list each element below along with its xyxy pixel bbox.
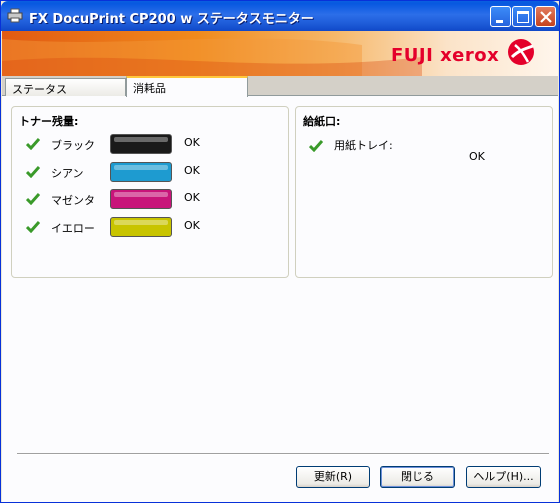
toner-row-black: ブラック OK — [26, 134, 276, 156]
toner-row-yellow: イエロー OK — [26, 217, 276, 239]
paper-feed-group: 給紙口: 用紙トレイ: OK — [295, 106, 553, 278]
toner-label: ブラック — [51, 139, 95, 152]
printer-icon — [7, 8, 23, 23]
toner-status: OK — [184, 136, 200, 149]
toner-row-magenta: マゼンタ OK — [26, 189, 276, 211]
maximize-button[interactable] — [512, 6, 533, 27]
close-icon — [540, 11, 552, 23]
close-button[interactable]: 閉じる — [380, 466, 455, 488]
minimize-button[interactable] — [490, 6, 511, 27]
green-check-icon — [26, 138, 40, 150]
green-check-icon — [26, 221, 40, 233]
refresh-button[interactable]: 更新(R) — [296, 466, 370, 488]
feed-group-title: 給紙口: — [303, 115, 341, 128]
supplies-panel: トナー残量: ブラック OK シアン OK マゼンタ OK イエロー OK 給紙… — [2, 96, 558, 502]
magenta-toner-cartridge — [110, 189, 172, 209]
green-check-icon — [26, 166, 40, 178]
tab-status[interactable]: ステータス — [5, 78, 126, 96]
separator — [17, 453, 549, 455]
toner-status: OK — [184, 191, 200, 204]
help-button[interactable]: ヘルプ(H)... — [466, 466, 541, 488]
brand-banner: FUJI xerox — [2, 31, 558, 76]
tab-supplies[interactable]: 消耗品 — [126, 76, 248, 97]
close-window-button[interactable] — [535, 6, 556, 27]
title-bar[interactable]: FX DocuPrint CP200 w ステータスモニター — [1, 1, 559, 31]
status-monitor-window: FX DocuPrint CP200 w ステータスモニター FUJI xero… — [0, 0, 560, 503]
minimize-icon — [496, 20, 503, 23]
green-check-icon — [309, 140, 323, 152]
toner-row-cyan: シアン OK — [26, 162, 276, 184]
yellow-toner-cartridge — [110, 217, 172, 237]
xerox-logo-icon — [508, 39, 534, 65]
toner-status: OK — [184, 219, 200, 232]
toner-label: マゼンタ — [51, 194, 95, 207]
paper-tray-row: 用紙トレイ: OK — [309, 136, 539, 176]
toner-group-title: トナー残量: — [19, 115, 79, 128]
toner-level-group: トナー残量: ブラック OK シアン OK マゼンタ OK イエロー OK — [11, 106, 289, 278]
tab-bar: ステータス 消耗品 — [2, 76, 558, 97]
brand-logo-text: FUJI xerox — [391, 45, 500, 66]
window-title: FX DocuPrint CP200 w ステータスモニター — [29, 12, 314, 27]
toner-label: イエロー — [51, 222, 95, 235]
paper-tray-status: OK — [469, 150, 485, 163]
black-toner-cartridge — [110, 134, 172, 154]
toner-status: OK — [184, 164, 200, 177]
paper-tray-label: 用紙トレイ: — [334, 139, 393, 152]
green-check-icon — [26, 193, 40, 205]
toner-label: シアン — [51, 167, 84, 180]
maximize-icon — [517, 11, 529, 23]
cyan-toner-cartridge — [110, 162, 172, 182]
